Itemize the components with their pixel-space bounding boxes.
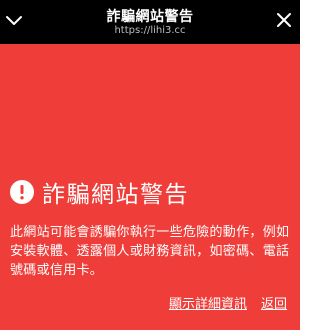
page-title: 詐騙網站警告 <box>106 9 194 25</box>
back-link[interactable]: 返回 <box>261 293 287 312</box>
warning-actions: 顯示詳細資訊 返回 <box>169 293 287 312</box>
warning-description: 此網站可能會誘騙你執行一些危險的動作，例如安裝軟體、透露個人或財務資訊，如密碼、… <box>10 225 290 278</box>
warning-heading-row: 詐騙網站警告 <box>10 178 189 208</box>
page-url: https://lihi3.cc <box>114 25 186 36</box>
show-details-link[interactable]: 顯示詳細資訊 <box>169 293 247 312</box>
phishing-warning-page: 詐騙網站警告 https://lihi3.cc 詐騙網站警告 此網站可能會誘騙你… <box>0 0 300 330</box>
exclamation-circle-icon <box>10 180 34 204</box>
warning-heading: 詐騙網站警告 <box>42 182 189 208</box>
top-bar: 詐騙網站警告 https://lihi3.cc <box>0 0 300 44</box>
close-icon[interactable] <box>276 12 292 28</box>
